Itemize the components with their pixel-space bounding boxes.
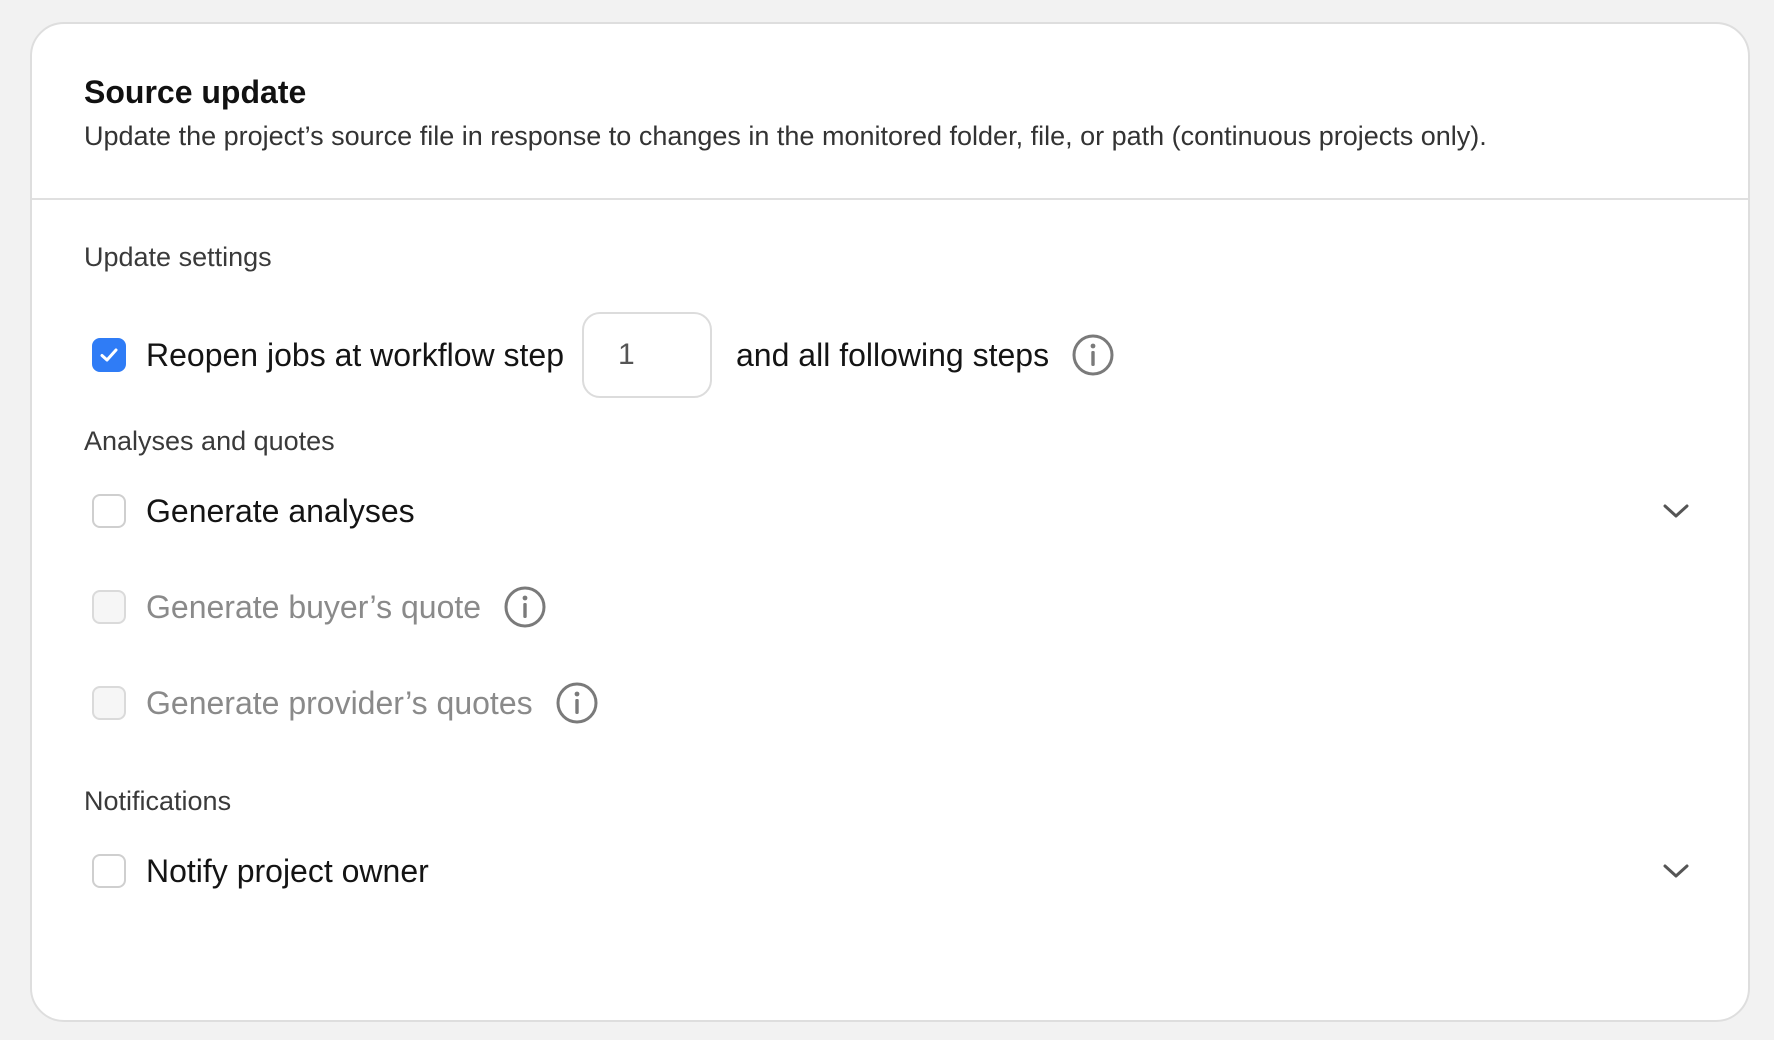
reopen-jobs-label: Reopen jobs at workflow step (146, 337, 564, 373)
card-subtitle: Update the project’s source file in resp… (84, 121, 1487, 151)
source-update-card: Source update Update the project’s sourc… (30, 22, 1750, 1022)
generate-providers-quotes-checkbox[interactable] (92, 686, 126, 720)
info-icon[interactable] (555, 681, 599, 725)
info-icon[interactable] (503, 585, 547, 629)
info-icon[interactable] (1071, 333, 1115, 377)
section-label-update-settings: Update settings (84, 242, 272, 272)
generate-analyses-row: Generate analyses (92, 481, 1696, 541)
generate-analyses-label: Generate analyses (146, 493, 415, 529)
notify-project-owner-label: Notify project owner (146, 853, 429, 889)
generate-providers-quotes-label: Generate provider’s quotes (146, 685, 533, 721)
following-steps-label: and all following steps (736, 337, 1050, 373)
chevron-down-icon[interactable] (1656, 491, 1696, 531)
workflow-step-input[interactable] (582, 312, 712, 398)
chevron-down-icon[interactable] (1656, 851, 1696, 891)
section-label-analyses: Analyses and quotes (84, 426, 335, 456)
generate-providers-quotes-row: Generate provider’s quotes (92, 673, 1696, 733)
checkmark-icon (100, 348, 118, 362)
reopen-jobs-row: Reopen jobs at workflow step and all fol… (92, 312, 1696, 398)
section-label-notifications: Notifications (84, 786, 232, 816)
generate-buyers-quote-row: Generate buyer’s quote (92, 577, 1696, 637)
generate-buyers-quote-label: Generate buyer’s quote (146, 589, 482, 625)
reopen-jobs-checkbox[interactable] (92, 338, 126, 372)
card-title: Source update (84, 74, 307, 110)
card-header: Source update Update the project’s sourc… (32, 24, 1748, 200)
notify-project-owner-row: Notify project owner (92, 841, 1696, 901)
generate-analyses-checkbox[interactable] (92, 494, 126, 528)
notify-project-owner-checkbox[interactable] (92, 854, 126, 888)
generate-buyers-quote-checkbox[interactable] (92, 590, 126, 624)
